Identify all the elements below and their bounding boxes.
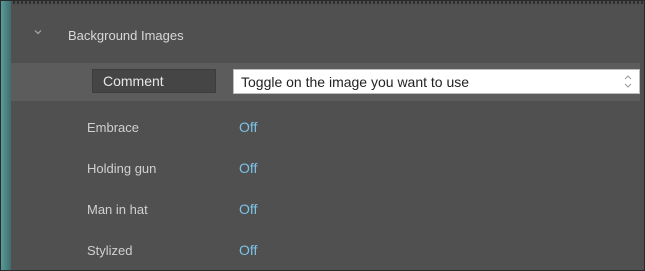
- toggle-value-stylized[interactable]: Off: [239, 242, 257, 258]
- property-label-stylized: Stylized: [87, 243, 133, 258]
- section-title: Background Images: [68, 28, 184, 43]
- panel-left-accent: [1, 1, 11, 270]
- property-row-man-in-hat[interactable]: Man in hat Off: [11, 191, 640, 229]
- property-label-man-in-hat: Man in hat: [87, 202, 148, 217]
- section-header-background-images[interactable]: Background Images: [11, 21, 640, 51]
- properties-panel: Background Images Comment Toggle on the …: [11, 5, 640, 270]
- toggle-value-man-in-hat[interactable]: Off: [239, 201, 257, 217]
- toggle-value-holding-gun[interactable]: Off: [239, 160, 257, 176]
- property-row-stylized[interactable]: Stylized Off: [11, 232, 640, 270]
- property-label-holding-gun: Holding gun: [87, 161, 157, 176]
- comment-input-value: Toggle on the image you want to use: [241, 74, 470, 90]
- panel-top-edge: [1, 1, 644, 4]
- comment-label-box: Comment: [92, 69, 216, 93]
- comment-label: Comment: [103, 73, 164, 89]
- property-row-embrace[interactable]: Embrace Off: [11, 109, 640, 147]
- property-row-holding-gun[interactable]: Holding gun Off: [11, 150, 640, 188]
- property-label-embrace: Embrace: [87, 120, 140, 135]
- properties-panel-frame: Background Images Comment Toggle on the …: [0, 0, 645, 271]
- toggle-value-embrace[interactable]: Off: [239, 119, 257, 135]
- property-row-comment[interactable]: Comment Toggle on the image you want to …: [11, 63, 640, 101]
- comment-input[interactable]: Toggle on the image you want to use: [233, 69, 640, 94]
- up-down-stepper-icon[interactable]: [621, 72, 635, 91]
- chevron-down-icon[interactable]: [34, 28, 42, 36]
